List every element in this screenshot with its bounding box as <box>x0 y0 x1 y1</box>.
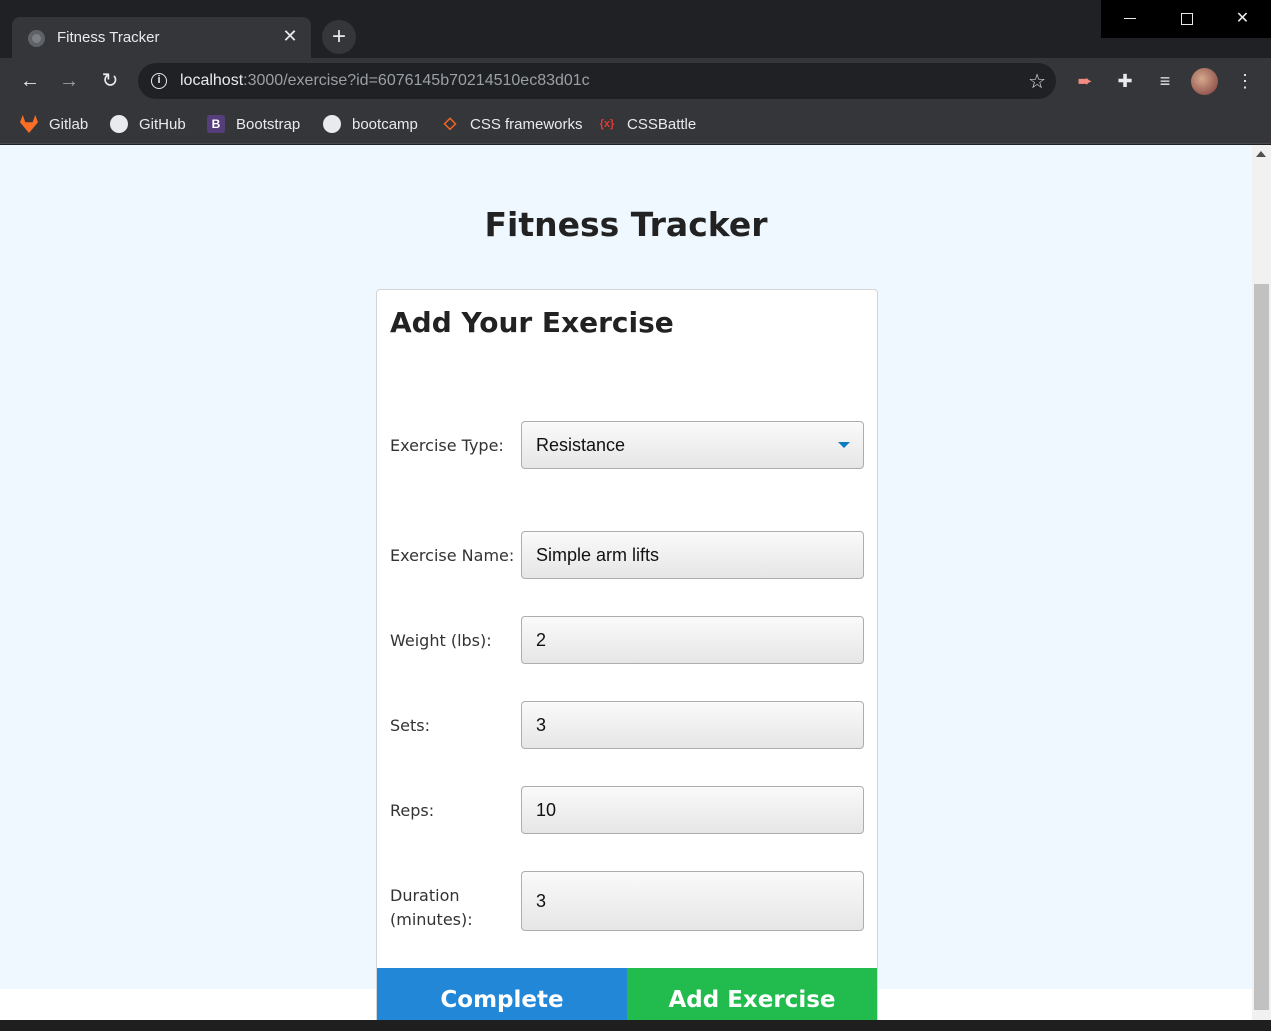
tab-favicon-icon <box>28 30 45 47</box>
maximize-icon <box>1180 12 1193 25</box>
weight-input[interactable]: 2 <box>521 616 864 664</box>
globe-icon <box>323 115 341 133</box>
arrow-left-icon: ← <box>20 70 40 92</box>
screen-recorder-extension-icon[interactable]: ➨ <box>1070 66 1100 96</box>
sets-input[interactable]: 3 <box>521 701 864 749</box>
os-taskbar <box>0 1020 1271 1031</box>
bookmark-label: CSSBattle <box>627 115 697 133</box>
kebab-menu-icon[interactable]: ⋮ <box>1230 66 1260 96</box>
exercise-type-value: Resistance <box>536 435 626 455</box>
page-viewport: Fitness Tracker Add Your Exercise Exerci… <box>0 145 1271 1020</box>
bookmark-css-frameworks[interactable]: ◇ CSS frameworks <box>441 113 583 135</box>
duration-label-line1: Duration <box>390 886 460 905</box>
back-button[interactable]: ← <box>15 66 45 96</box>
arrow-right-icon: → <box>59 70 79 92</box>
page-title: Fitness Tracker <box>484 205 768 244</box>
tab-title: Fitness Tracker <box>57 29 160 46</box>
bookmark-label: CSS frameworks <box>470 115 583 133</box>
browser-tab[interactable]: Fitness Tracker ✕ <box>12 17 311 58</box>
exercise-type-label: Exercise Type: <box>390 436 504 455</box>
address-bar[interactable]: i localhost:3000/exercise?id=6076145b702… <box>138 63 1056 99</box>
exercise-form-card: Add Your Exercise Exercise Type: Resista… <box>376 289 878 1020</box>
minimize-icon <box>1123 18 1136 20</box>
bookmarks-bar: Gitlab GitHub B Bootstrap bootcamp ◇ CSS… <box>0 104 1271 144</box>
profile-avatar[interactable] <box>1191 68 1218 95</box>
form-heading: Add Your Exercise <box>390 306 674 339</box>
forward-button[interactable]: → <box>54 66 84 96</box>
css-frameworks-icon: ◇ <box>443 115 457 132</box>
bookmark-cssbattle[interactable]: {x} CSSBattle <box>598 113 697 135</box>
bookmark-gitlab[interactable]: Gitlab <box>20 113 88 135</box>
new-tab-button[interactable]: + <box>322 20 356 54</box>
bookmark-bootstrap[interactable]: B Bootstrap <box>207 113 300 135</box>
extensions-puzzle-icon[interactable]: ✚ <box>1110 66 1140 96</box>
bootstrap-icon: B <box>207 115 225 133</box>
cssbattle-icon: {x} <box>599 118 615 130</box>
maximize-button[interactable] <box>1158 0 1215 38</box>
duration-label-line2: (minutes): <box>390 910 473 929</box>
browser-toolbar: ← → ↻ i localhost:3000/exercise?id=60761… <box>0 58 1271 104</box>
bookmark-label: bootcamp <box>352 115 418 133</box>
reps-label: Reps: <box>390 801 435 820</box>
url-path: :3000/exercise?id=6076145b70214510ec83d0… <box>243 72 590 89</box>
browser-titlebar: Fitness Tracker ✕ + ✕ <box>0 0 1271 58</box>
github-icon <box>110 115 128 133</box>
weight-label: Weight (lbs): <box>390 631 492 650</box>
chevron-down-icon <box>838 442 850 448</box>
window-controls: ✕ <box>1101 0 1271 38</box>
minimize-button[interactable] <box>1101 0 1158 38</box>
bookmark-label: Bootstrap <box>236 115 301 133</box>
scroll-up-arrow-icon[interactable] <box>1256 151 1266 157</box>
reload-icon: ↻ <box>101 70 119 92</box>
sets-label: Sets: <box>390 716 430 735</box>
gitlab-icon <box>20 115 38 133</box>
duration-input[interactable]: 3 <box>521 871 864 931</box>
reload-button[interactable]: ↻ <box>95 66 125 96</box>
bookmark-bootcamp[interactable]: bootcamp <box>323 113 418 135</box>
add-exercise-button[interactable]: Add Exercise <box>627 968 877 1020</box>
exercise-name-label: Exercise Name: <box>390 546 515 565</box>
bookmark-github[interactable]: GitHub <box>110 113 186 135</box>
exercise-name-input[interactable]: Simple arm lifts <box>521 531 864 579</box>
bookmark-star-icon[interactable]: ☆ <box>1028 69 1046 94</box>
close-icon: ✕ <box>1235 10 1250 27</box>
reps-input[interactable]: 10 <box>521 786 864 834</box>
bookmark-label: Gitlab <box>49 115 89 133</box>
tab-close-icon[interactable]: ✕ <box>279 25 301 47</box>
bookmark-label: GitHub <box>139 115 186 133</box>
scrollbar-thumb[interactable] <box>1254 284 1269 1010</box>
media-control-icon[interactable]: ≡ <box>1150 66 1180 96</box>
url-text[interactable]: localhost:3000/exercise?id=6076145b70214… <box>180 72 590 90</box>
complete-button[interactable]: Complete <box>377 968 627 1020</box>
close-window-button[interactable]: ✕ <box>1214 0 1271 38</box>
vertical-scrollbar[interactable] <box>1252 145 1271 1020</box>
url-host: localhost <box>180 72 244 89</box>
info-icon[interactable]: i <box>151 73 167 89</box>
exercise-type-select[interactable]: Resistance <box>521 421 864 469</box>
